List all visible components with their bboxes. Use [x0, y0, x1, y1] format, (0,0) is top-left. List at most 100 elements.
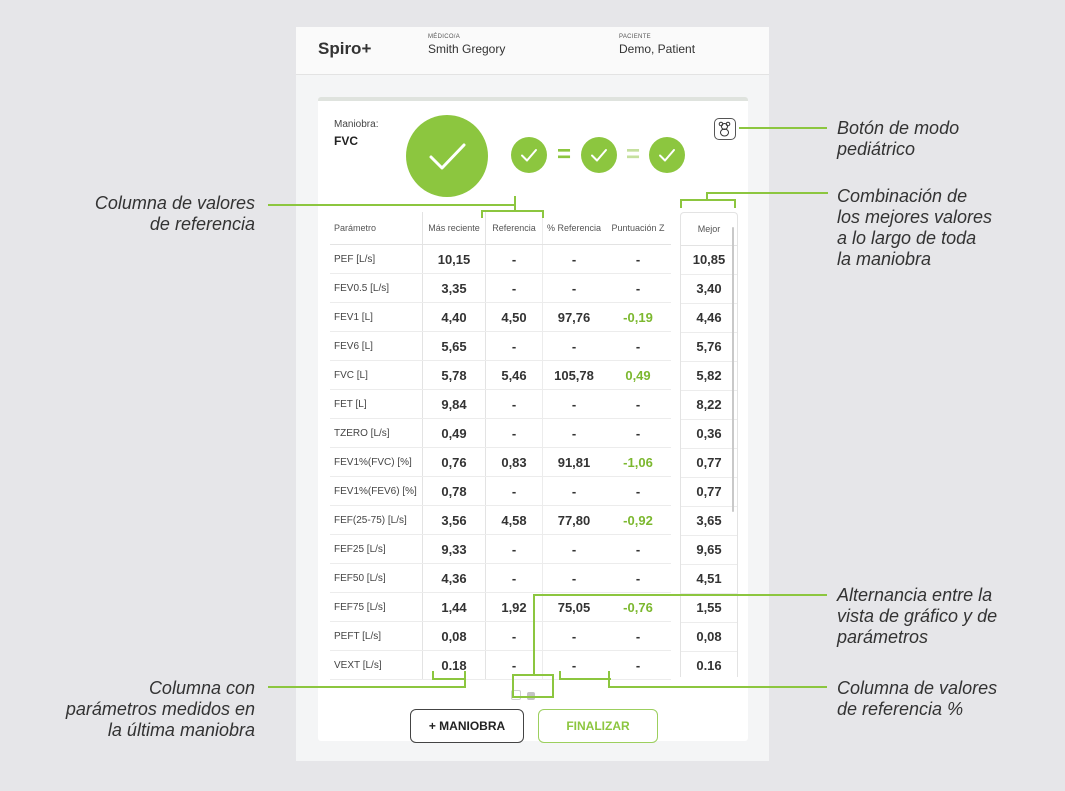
callout-line: la última maniobra — [107, 720, 255, 740]
equals-sign: = — [626, 141, 641, 168]
parameters-table: Parámetro Más reciente Referencia % Refe… — [330, 212, 671, 680]
table-row: FEF(25-75) [L/s] 3,56 4,58 77,80 -0,92 — [330, 505, 671, 535]
doctor-name: Smith Gregory — [428, 42, 506, 56]
bracket-last — [464, 671, 466, 688]
table-row: FVC [L] 5,78 5,46 105,78 0,49 — [330, 360, 671, 390]
callout-line: parámetros medidos en — [65, 699, 255, 719]
recent-value: 1,44 — [422, 592, 486, 622]
callout-view-toggle: Alternancia entre la vista de gráfico y … — [837, 585, 997, 648]
reference-value: - — [485, 476, 543, 506]
teddy-bear-icon — [718, 121, 731, 137]
best-value: 9,65 — [681, 536, 737, 565]
app-brand: Spiro+ — [318, 39, 372, 58]
pct-reference-value: 91,81 — [542, 447, 605, 477]
param-name: FEV0.5 [L/s] — [330, 273, 423, 303]
callout-last-maneuver: Columna con parámetros medidos en la últ… — [10, 678, 255, 741]
callout-line: Columna con — [148, 678, 255, 698]
bracket-pct — [608, 671, 610, 688]
pct-reference-value: 97,76 — [542, 302, 605, 332]
doctor-info: MÉDICO/A Smith Gregory — [428, 34, 505, 56]
best-value: 3,65 — [681, 507, 737, 536]
check-icon — [581, 137, 617, 173]
col-header-best: Mejor — [681, 213, 737, 246]
param-name: TZERO [L/s] — [330, 418, 423, 448]
callout-line-ref — [268, 204, 516, 206]
best-value: 5,76 — [681, 333, 737, 362]
bracket-ref — [481, 210, 483, 218]
pct-reference-value: - — [542, 389, 605, 419]
param-name: FEV1%(FEV6) [%] — [330, 476, 423, 506]
pct-reference-value: - — [542, 244, 605, 274]
pct-reference-value: - — [542, 621, 605, 651]
pct-reference-value: - — [542, 273, 605, 303]
table-row: FEF50 [L/s] 4,36 - - - — [330, 563, 671, 593]
best-value: 4,46 — [681, 304, 737, 333]
bracket-best — [680, 199, 682, 208]
callout-line: Combinación de — [837, 186, 968, 206]
table-row: FEV1%(FEV6) [%] 0,78 - - - — [330, 476, 671, 506]
reference-value: 4,50 — [485, 302, 543, 332]
z-score-value: -0,92 — [605, 505, 671, 535]
callout-line-toggle — [533, 594, 535, 676]
best-value: 8,22 — [681, 391, 737, 420]
bracket-best — [680, 199, 736, 201]
best-column-scrollbar[interactable] — [732, 227, 734, 512]
callout-line-toggle — [533, 594, 827, 596]
callout-line: la maniobra — [837, 249, 932, 269]
z-score-value: - — [605, 273, 671, 303]
pediatric-mode-button[interactable] — [714, 118, 736, 140]
maneuver-label: Maniobra: — [334, 119, 379, 130]
param-name: FVC [L] — [330, 360, 423, 390]
col-header-z-score: Puntuación Z — [605, 212, 671, 245]
recent-value: 0,08 — [422, 621, 486, 651]
best-value: 3,40 — [681, 275, 737, 304]
pct-reference-value: 77,80 — [542, 505, 605, 535]
patient-name: Demo, Patient — [619, 42, 696, 56]
callout-line-pct — [608, 686, 827, 688]
toggle-box — [512, 674, 514, 698]
param-name: FEV6 [L] — [330, 331, 423, 361]
best-value: 1,55 — [681, 594, 737, 623]
add-maneuver-button[interactable]: + MANIOBRA — [410, 709, 524, 743]
bracket-best — [734, 199, 736, 208]
reference-value: 5,46 — [485, 360, 543, 390]
bracket-pct — [559, 678, 611, 680]
col-header-reference: Referencia — [485, 212, 543, 245]
table-row: FEF75 [L/s] 1,44 1,92 75,05 -0,76 — [330, 592, 671, 622]
param-name: FEF50 [L/s] — [330, 563, 423, 593]
param-name: FET [L] — [330, 389, 423, 419]
best-value: 10,85 — [681, 246, 737, 275]
recent-value: 0,78 — [422, 476, 486, 506]
z-score-value: -0,76 — [605, 592, 671, 622]
z-score-value: - — [605, 389, 671, 419]
pct-reference-value: 75,05 — [542, 592, 605, 622]
bracket-pct — [559, 671, 561, 680]
z-score-value: -1,06 — [605, 447, 671, 477]
callout-line: Columna de valores — [837, 678, 998, 698]
param-name: FEF25 [L/s] — [330, 534, 423, 564]
z-score-value: - — [605, 476, 671, 506]
param-name: PEF [L/s] — [330, 244, 423, 274]
recent-value: 0,76 — [422, 447, 486, 477]
best-values-column[interactable]: Mejor 10,85 3,40 4,46 5,76 5,82 8,22 0,3… — [680, 212, 738, 677]
reference-value: - — [485, 244, 543, 274]
best-value: 0.16 — [681, 652, 737, 677]
recent-value: 3,35 — [422, 273, 486, 303]
table-row: FEF25 [L/s] 9,33 - - - — [330, 534, 671, 564]
table-row: TZERO [L/s] 0,49 - - - — [330, 418, 671, 448]
finish-button[interactable]: FINALIZAR — [538, 709, 658, 743]
table-row: FEV6 [L] 5,65 - - - — [330, 331, 671, 361]
recent-value: 9,33 — [422, 534, 486, 564]
pct-reference-value: - — [542, 331, 605, 361]
reference-value: 0,83 — [485, 447, 543, 477]
table-row: VEXT [L/s] 0.18 - - - — [330, 650, 671, 680]
bracket-ref — [481, 210, 544, 212]
toggle-box — [512, 696, 554, 698]
recent-value: 5,65 — [422, 331, 486, 361]
reference-value: - — [485, 389, 543, 419]
best-value: 0,77 — [681, 449, 737, 478]
callout-line: vista de gráfico y de — [837, 606, 998, 626]
reference-value: - — [485, 273, 543, 303]
callout-line: pediátrico — [837, 139, 916, 159]
param-name: FEF75 [L/s] — [330, 592, 423, 622]
